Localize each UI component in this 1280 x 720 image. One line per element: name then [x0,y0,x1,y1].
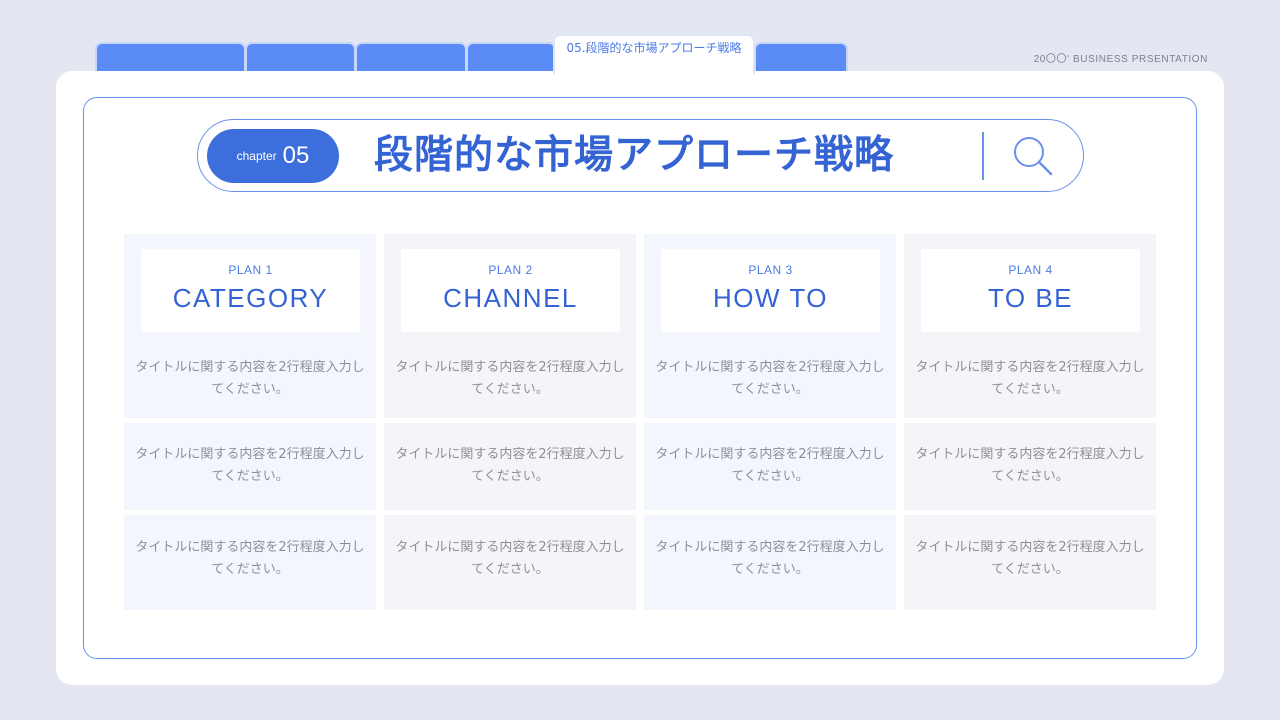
plan-cell: タイトルに関する内容を2行程度入力してください。 [384,515,636,610]
plan-name: CATEGORY [172,283,329,313]
plan-column-4: PLAN 4 TO BE タイトルに関する内容を2行程度入力してください。 タイ… [904,234,1156,610]
plan-cell: タイトルに関する内容を2行程度入力してください。 [904,515,1156,610]
plan-cell: タイトルに関する内容を2行程度入力してください。 [124,515,376,610]
search-divider [982,132,984,180]
tab-1[interactable] [95,42,246,72]
plan-name: CHANNEL [443,283,578,313]
slide-card: chapter 05 段階的な市場アプローチ戦略 PLAN 1 CATEGORY… [56,71,1224,685]
plan-cell: タイトルに関する内容を2行程度入力してください。 [644,515,896,610]
plan-label: PLAN 4 [1008,263,1053,277]
tab-active-chapter[interactable]: 05.段階的な市場アプローチ戦略 [553,34,755,74]
plan-column-3: PLAN 3 HOW TO タイトルに関する内容を2行程度入力してください。 タ… [644,234,896,610]
plan-name: TO BE [987,283,1074,313]
plan-description: タイトルに関する内容を2行程度入力してください。 [655,360,885,397]
plan-description: タイトルに関する内容を2行程度入力してください。 [915,360,1145,397]
chapter-word: chapter [236,149,277,163]
chapter-badge: chapter 05 [207,129,339,183]
plan-column-2: PLAN 2 CHANNEL タイトルに関する内容を2行程度入力してください。 … [384,234,636,610]
plan-label: PLAN 2 [488,263,533,277]
plan-cell: PLAN 4 TO BE タイトルに関する内容を2行程度入力してください。 [904,234,1156,418]
tab-label: 05.段階的な市場アプローチ戦略 [566,41,742,55]
plan-description: タイトルに関する内容を2行程度入力してください。 [135,360,365,397]
plan-label: PLAN 3 [748,263,793,277]
title-search-bar: chapter 05 段階的な市場アプローチ戦略 [197,119,1084,192]
plan-description: タイトルに関する内容を2行程度入力してください。 [135,540,365,577]
plan-column-1: PLAN 1 CATEGORY タイトルに関する内容を2行程度入力してください。… [124,234,376,610]
plan-description: タイトルに関する内容を2行程度入力してください。 [915,447,1145,484]
page-title: 段階的な市場アプローチ戦略 [374,133,895,178]
plan-cell: タイトルに関する内容を2行程度入力してください。 [384,423,636,510]
plan-cell: タイトルに関する内容を2行程度入力してください。 [904,423,1156,510]
tab-6[interactable] [754,42,848,72]
plan-header: PLAN 1 CATEGORY [141,249,360,332]
plan-description: タイトルに関する内容を2行程度入力してください。 [395,447,625,484]
plan-description: タイトルに関する内容を2行程度入力してください。 [915,540,1145,577]
plan-description: タイトルに関する内容を2行程度入力してください。 [395,360,625,397]
search-icon[interactable] [1011,134,1055,178]
plan-header: PLAN 2 CHANNEL [401,249,620,332]
plan-cell: タイトルに関する内容を2行程度入力してください。 [644,423,896,510]
tab-4[interactable] [466,42,556,72]
plan-description: タイトルに関する内容を2行程度入力してください。 [655,447,885,484]
plan-description: タイトルに関する内容を2行程度入力してください。 [135,447,365,484]
plan-header: PLAN 4 TO BE [921,249,1140,332]
plan-cell: タイトルに関する内容を2行程度入力してください。 [124,423,376,510]
plan-cell: PLAN 3 HOW TO タイトルに関する内容を2行程度入力してください。 [644,234,896,418]
plan-label: PLAN 1 [228,263,273,277]
plan-name: HOW TO [713,283,828,313]
plan-description: タイトルに関する内容を2行程度入力してください。 [655,540,885,577]
plan-description: タイトルに関する内容を2行程度入力してください。 [395,540,625,577]
chapter-number: 05 [282,142,310,169]
plan-cell: PLAN 1 CATEGORY タイトルに関する内容を2行程度入力してください。 [124,234,376,418]
content-frame: chapter 05 段階的な市場アプローチ戦略 PLAN 1 CATEGORY… [83,97,1197,659]
plan-header: PLAN 3 HOW TO [661,249,880,332]
tab-3[interactable] [355,42,467,72]
brand-label: 20〇〇' BUSINESS PRSENTATION [1033,54,1208,65]
plan-cell: PLAN 2 CHANNEL タイトルに関する内容を2行程度入力してください。 [384,234,636,418]
tab-2[interactable] [245,42,356,72]
